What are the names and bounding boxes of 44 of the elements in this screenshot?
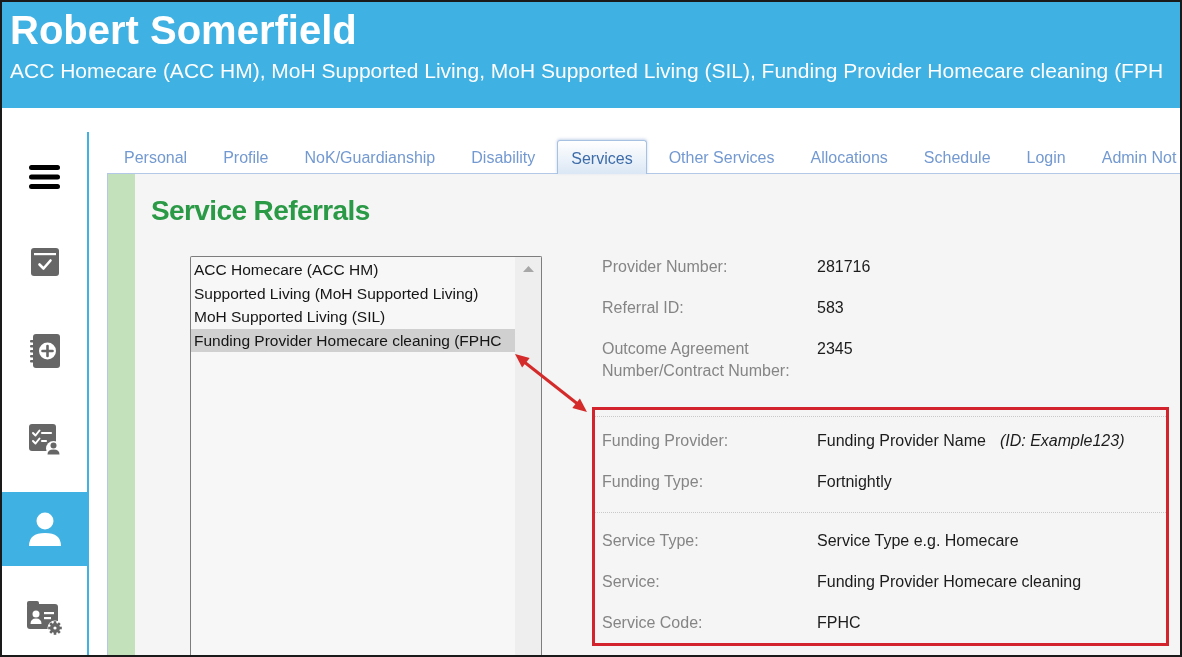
user-icon [26, 512, 63, 546]
list-item[interactable]: MoH Supported Living (SIL) [191, 305, 515, 329]
field-label: Referral ID: [602, 298, 685, 318]
field-label: Service Type: [602, 531, 700, 551]
field-label: Outcome Agreement Number/Contract Number: [602, 339, 791, 381]
field-value: 2345 [817, 339, 853, 359]
field-value: 583 [817, 298, 844, 318]
checklist-user-icon [28, 424, 61, 456]
calendar-check-icon [30, 248, 59, 276]
tab[interactable]: Admin Not [1083, 140, 1180, 173]
field-label: Provider Number: [602, 257, 729, 277]
list-item[interactable]: ACC Homecare (ACC HM) [191, 258, 515, 282]
section-title: Service Referrals [151, 194, 370, 228]
tab[interactable]: Disability [453, 140, 554, 173]
page-title: Robert Somerfield [10, 7, 357, 53]
field-value: Fortnightly [817, 472, 892, 492]
services-summary: ACC Homecare (ACC HM), MoH Supported Living, MoH Supported Living (SIL), Funding Provider Homecare cleaning (FPH [10, 58, 1164, 84]
scrollbar-track[interactable] [515, 257, 541, 655]
field-label: Service Code: [602, 613, 704, 633]
double-arrow-icon [513, 352, 589, 414]
field-label: Funding Type: [602, 472, 705, 492]
list-item[interactable]: Funding Provider Homecare cleaning (FPHC [191, 328, 515, 352]
field-value: Funding Provider Name [817, 431, 986, 451]
menu-button[interactable] [29, 165, 60, 189]
menu-icon [29, 165, 60, 189]
field-label: Funding Provider: [602, 431, 730, 451]
tab[interactable]: Personal [106, 140, 206, 173]
id-card-gear-icon [26, 600, 63, 636]
field-value: 281716 [817, 257, 871, 277]
tab[interactable]: Services [557, 140, 647, 174]
field-value: Funding Provider Homecare cleaning [817, 572, 1082, 592]
tab[interactable]: Schedule [905, 140, 1009, 173]
field-note: (ID: Example123) [999, 431, 1125, 451]
field-value: FPHC [817, 613, 861, 633]
field-value: Service Type e.g. Homecare [817, 531, 1019, 551]
notebook-plus-icon [29, 334, 60, 368]
field-label: Service: [602, 572, 661, 592]
tab[interactable]: Other Services [650, 140, 793, 173]
tab[interactable]: Allocations [792, 140, 906, 173]
referral-listbox[interactable]: ACC Homecare (ACC HM) Supported Living (MoH Supported Living) MoH Supported Living (SIL) Funding Provider Homecare cleaning (FPHC [190, 256, 542, 655]
tab[interactable]: Profile [205, 140, 287, 173]
tab[interactable]: NoK/Guardianship [286, 140, 454, 173]
tab[interactable]: Login [1008, 140, 1084, 173]
list-item[interactable]: Supported Living (MoH Supported Living) [191, 281, 515, 305]
